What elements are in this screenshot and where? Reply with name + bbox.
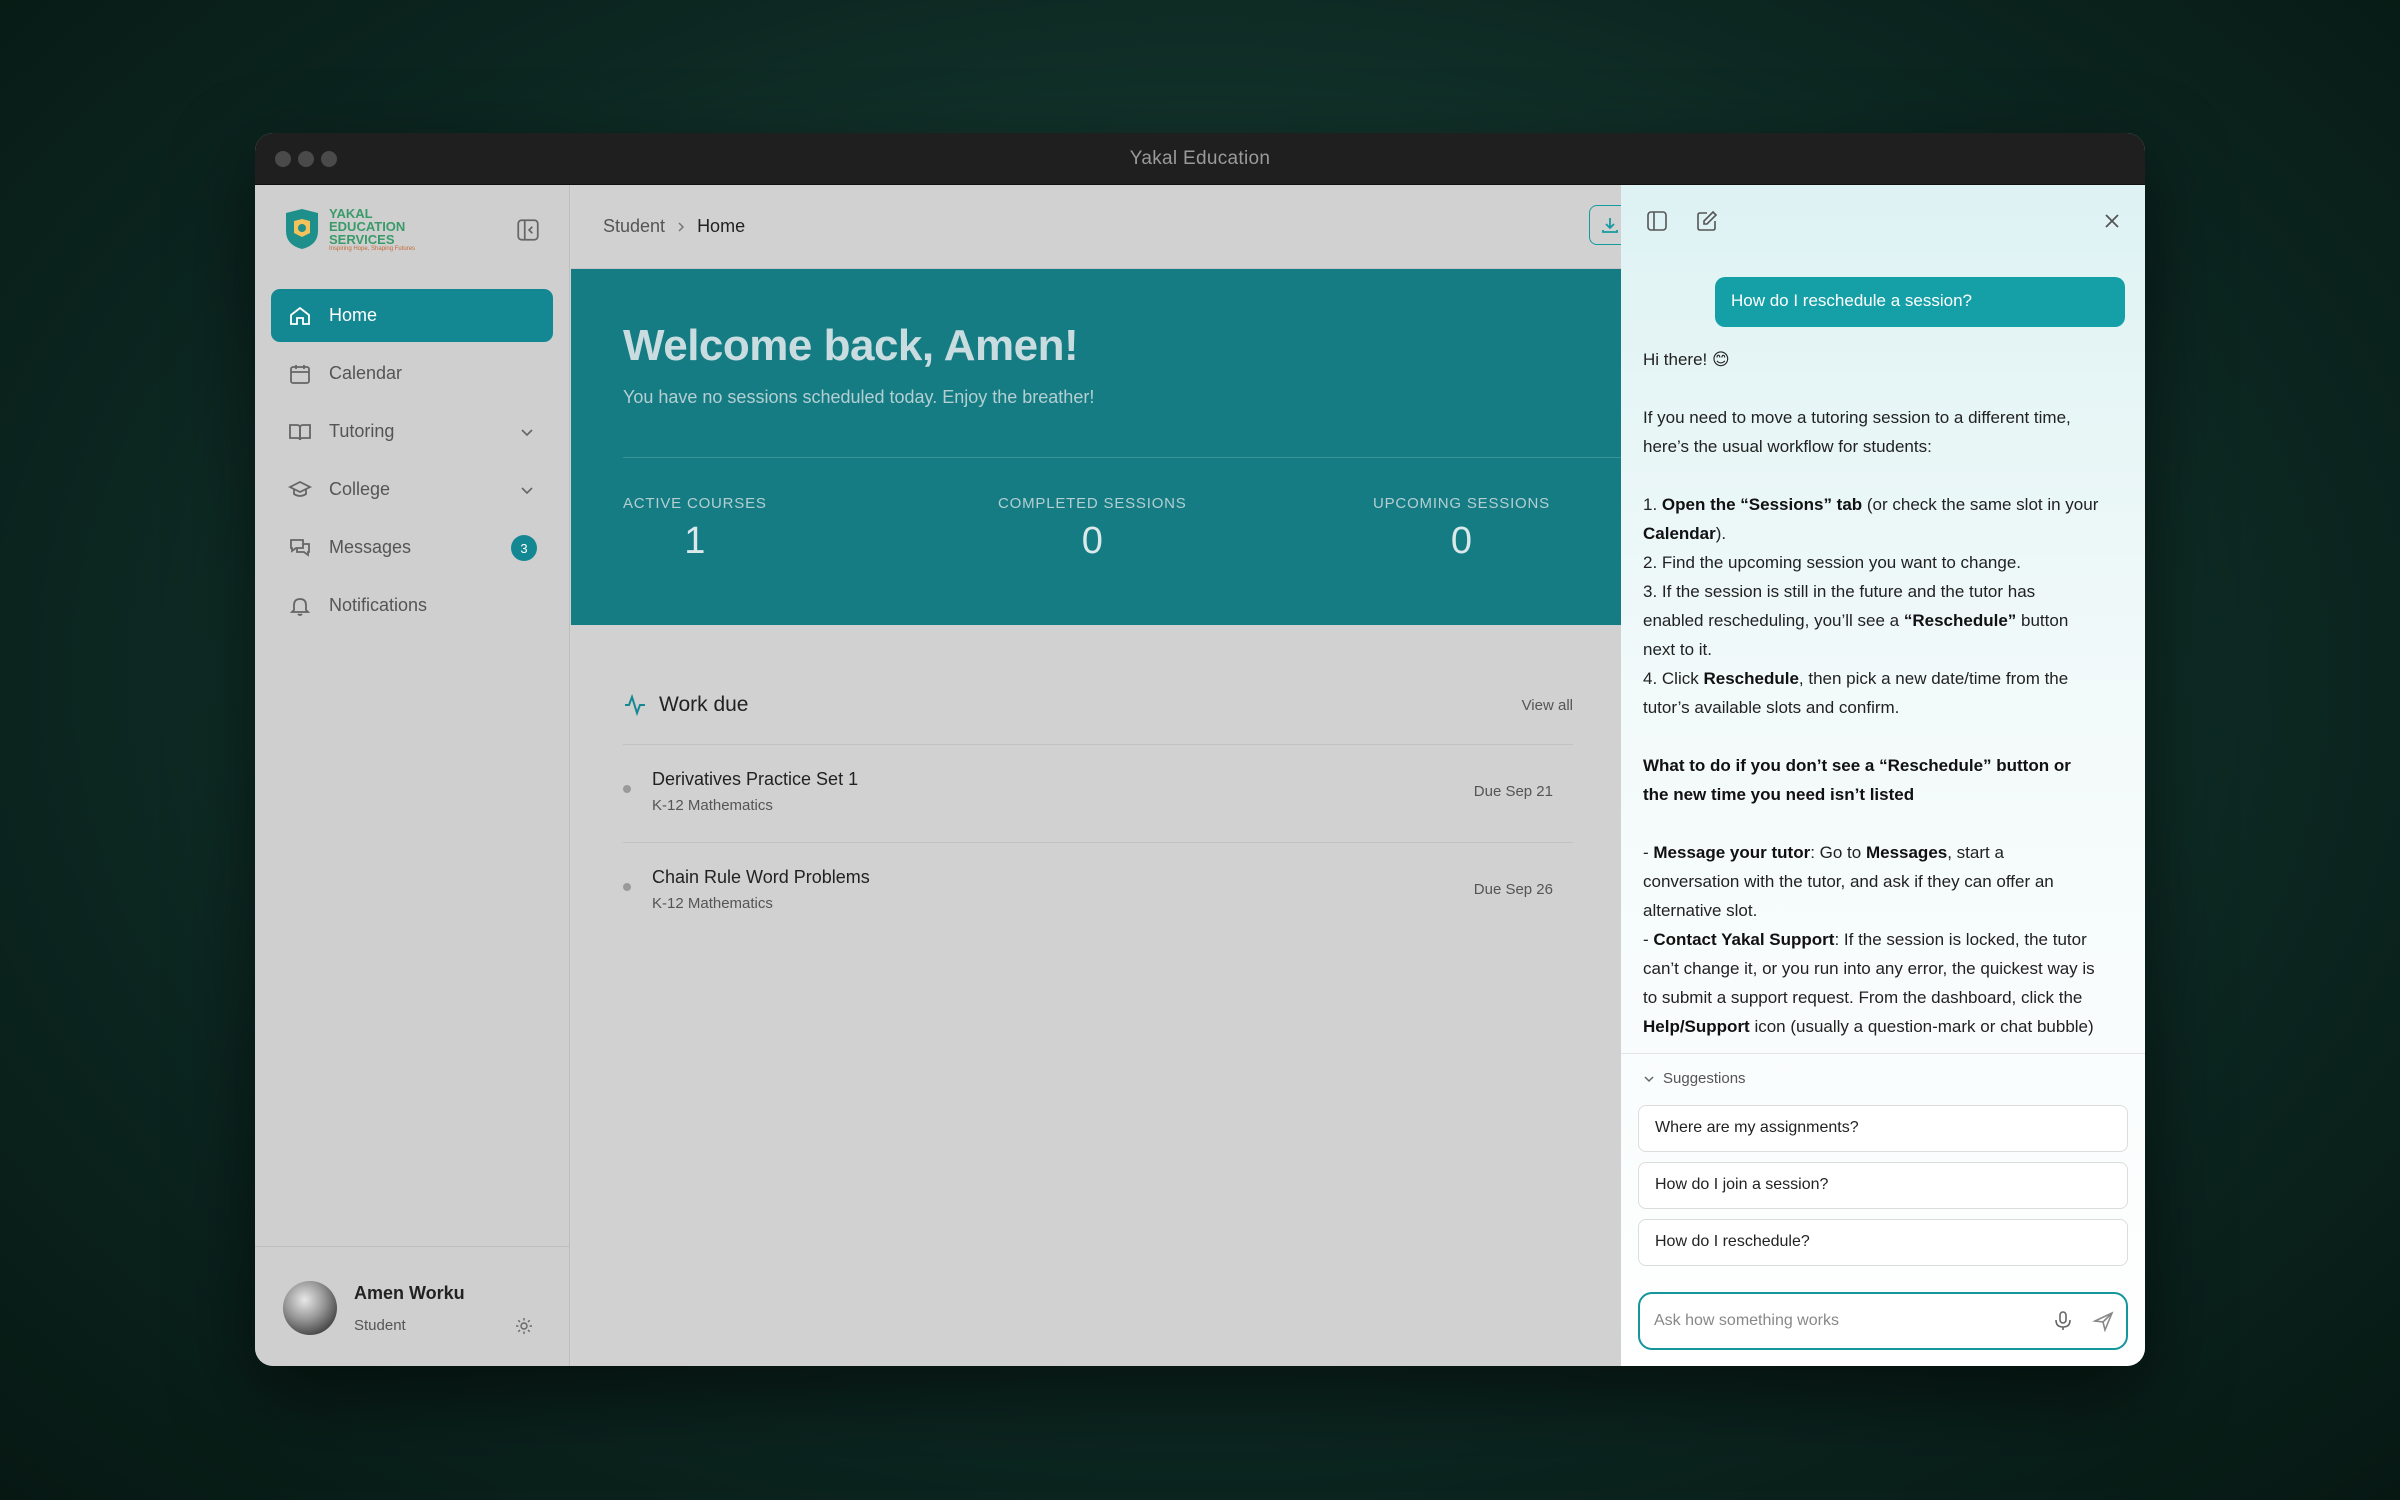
- sidebar-toggle-icon[interactable]: [1643, 207, 1671, 235]
- reply-intro: If you need to move a tutoring session t…: [1643, 408, 2071, 456]
- chevron-right-icon: [678, 221, 685, 232]
- status-dot: [623, 883, 631, 891]
- user-message: How do I reschedule a session?: [1715, 277, 2125, 327]
- stat-label: COMPLETED SESSIONS: [998, 495, 1187, 512]
- stat-label: UPCOMING SESSIONS: [1373, 495, 1550, 512]
- download-icon: [1602, 218, 1618, 233]
- chat-input[interactable]: [1654, 1308, 2034, 1334]
- breadcrumb-current: Home: [697, 216, 746, 236]
- sidebar-item-notifications[interactable]: Notifications: [271, 579, 553, 632]
- logo-shield-icon: [286, 209, 318, 249]
- reply-greeting: Hi there! 😊: [1643, 350, 1730, 369]
- reply-step-3: 3. If the session is still in the future…: [1643, 582, 2069, 659]
- breadcrumb-parent[interactable]: Student: [603, 216, 665, 237]
- assignment-course: K-12 Mathematics: [652, 895, 773, 912]
- sidebar-item-label: Tutoring: [329, 421, 395, 441]
- home-icon: [287, 303, 313, 329]
- logo-tagline: Inspiring Hope, Shaping Futures: [329, 246, 416, 252]
- list-item[interactable]: Chain Rule Word Problems K-12 Mathematic…: [623, 845, 1573, 941]
- stat-value: 1: [684, 520, 706, 562]
- status-dot: [623, 785, 631, 793]
- view-all-link[interactable]: View all: [1522, 697, 1573, 714]
- suggestion-button[interactable]: How do I reschedule?: [1638, 1219, 2128, 1266]
- chevron-down-icon[interactable]: [519, 482, 535, 498]
- divider: [1621, 1053, 2145, 1054]
- stat-value: 0: [1450, 520, 1473, 562]
- microphone-icon[interactable]: [2052, 1310, 2074, 1332]
- user-profile[interactable]: Amen Worku Student: [255, 1246, 569, 1366]
- sidebar-item-label: Home: [329, 305, 378, 325]
- stat-upcoming-sessions: UPCOMING SESSIONS 0: [1373, 495, 1550, 563]
- assignment-due-date: Due Sep 21: [1473, 783, 1553, 800]
- suggestions-toggle[interactable]: Suggestions: [1643, 1070, 1746, 1087]
- assignment-course: K-12 Mathematics: [652, 797, 773, 814]
- list-item[interactable]: Derivatives Practice Set 1 K-12 Mathemat…: [623, 747, 1573, 843]
- sidebar-item-messages[interactable]: Messages 3: [271, 521, 553, 574]
- reply-bullet-2: - Contact Yakal Support: If the session …: [1643, 930, 2095, 1036]
- assignment-name: Derivatives Practice Set 1: [652, 769, 859, 789]
- user-role: Student: [354, 1317, 406, 1334]
- activity-icon: [625, 693, 645, 717]
- work-due-header: Work due View all: [623, 675, 1573, 745]
- chat-input-box: [1638, 1292, 2128, 1350]
- assignment-name: Chain Rule Word Problems: [652, 867, 870, 887]
- stat-completed-sessions: COMPLETED SESSIONS 0: [998, 495, 1187, 563]
- chevron-down-icon[interactable]: [519, 424, 535, 440]
- work-due-title: Work due: [659, 693, 749, 716]
- close-icon[interactable]: [2098, 207, 2126, 235]
- chat-icon: [287, 535, 313, 561]
- assistant-panel: How do I reschedule a session? Hi there!…: [1621, 185, 2145, 1366]
- sidebar-item-tutoring[interactable]: Tutoring: [271, 405, 553, 458]
- avatar[interactable]: [283, 1281, 337, 1335]
- send-icon[interactable]: [2092, 1310, 2114, 1332]
- reply-heading: What to do if you don’t see a “Reschedul…: [1643, 756, 2071, 804]
- reply-step-1: 1. Open the “Sessions” tab (or check the…: [1643, 495, 2099, 543]
- bell-icon: [287, 593, 313, 619]
- app-window: Yakal Education YAKAL EDUCATION SERVICES…: [255, 133, 2145, 1366]
- welcome-subtitle: You have no sessions scheduled today. En…: [623, 387, 1095, 407]
- welcome-banner: Welcome back, Amen! You have no sessions…: [571, 269, 1623, 625]
- sidebar-item-college[interactable]: College: [271, 463, 553, 516]
- top-bar: Student Home: [571, 185, 1629, 269]
- assistant-reply: Hi there! 😊 If you need to move a tutori…: [1643, 345, 2099, 1045]
- reply-bullet-1: - Message your tutor: Go to Messages, st…: [1643, 843, 2054, 920]
- suggestions-label: Suggestions: [1663, 1070, 1746, 1087]
- window-title: Yakal Education: [1129, 148, 1271, 169]
- divider: [623, 457, 1623, 458]
- reply-step-4: 4. Click Reschedule, then pick a new dat…: [1643, 669, 2069, 717]
- welcome-title: Welcome back, Amen!: [623, 321, 1079, 370]
- breadcrumb: Student Home: [603, 216, 745, 237]
- suggestion-button[interactable]: How do I join a session?: [1638, 1162, 2128, 1209]
- sidebar-item-label: Notifications: [329, 595, 428, 615]
- suggestion-button[interactable]: Where are my assignments?: [1638, 1105, 2128, 1152]
- collapse-sidebar-icon[interactable]: [515, 217, 541, 243]
- logo-line-3: SERVICES: [329, 232, 395, 247]
- new-chat-icon[interactable]: [1693, 207, 1721, 235]
- main-content: Student Home Welcome back, Amen! You hav…: [571, 185, 1629, 1366]
- sidebar-item-home[interactable]: Home: [271, 289, 553, 342]
- assignment-due-date: Due Sep 26: [1473, 881, 1553, 898]
- calendar-icon: [287, 361, 313, 387]
- stat-value: 0: [1081, 520, 1103, 562]
- user-name: Amen Worku: [354, 1283, 465, 1303]
- graduation-cap-icon: [287, 477, 313, 503]
- book-icon: [287, 419, 313, 445]
- reply-step-2: 2. Find the upcoming session you want to…: [1643, 553, 2022, 572]
- messages-count-badge: 3: [511, 535, 537, 561]
- sidebar-item-label: Messages: [329, 537, 412, 557]
- sidebar-item-calendar[interactable]: Calendar: [271, 347, 553, 400]
- sidebar-item-label: Calendar: [329, 363, 403, 383]
- sidebar: YAKAL EDUCATION SERVICES Inspiring Hope,…: [255, 185, 570, 1366]
- sidebar-item-label: College: [329, 479, 391, 499]
- sun-icon[interactable]: [515, 1317, 533, 1335]
- stat-label: ACTIVE COURSES: [623, 495, 767, 512]
- title-bar: Yakal Education: [255, 133, 2145, 185]
- stat-active-courses: ACTIVE COURSES 1: [623, 495, 767, 563]
- chevron-down-icon: [1644, 1075, 1654, 1082]
- logo[interactable]: YAKAL EDUCATION SERVICES Inspiring Hope,…: [282, 203, 422, 258]
